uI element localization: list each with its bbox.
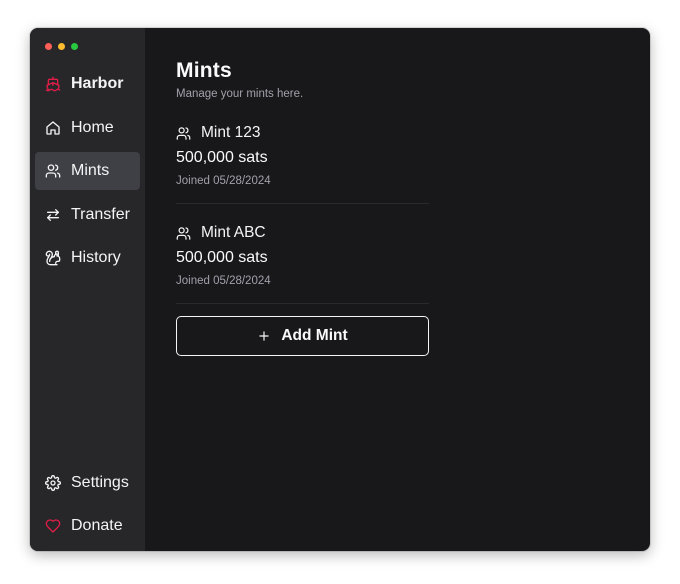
sidebar: Harbor Home Mints Transfer History Setti… [30, 28, 145, 551]
users-icon [176, 126, 191, 141]
home-icon [45, 120, 61, 136]
page-title: Mints [176, 59, 232, 82]
mint-list: Mint 123 500,000 sats Joined 05/28/2024 [176, 116, 429, 304]
app-brand: Harbor [35, 65, 140, 103]
close-window-button[interactable] [45, 43, 52, 50]
sidebar-item-donate[interactable]: Donate [35, 507, 140, 545]
sidebar-item-settings[interactable]: Settings [35, 464, 140, 502]
users-icon [45, 163, 61, 179]
mint-joined-date: Joined 05/28/2024 [176, 175, 271, 187]
gear-icon [45, 475, 61, 491]
mint-balance: 500,000 sats [176, 149, 268, 166]
mint-name-text: Mint 123 [201, 124, 261, 141]
mint-name: Mint 123 [176, 124, 429, 142]
add-mint-label: Add Mint [281, 327, 348, 344]
sidebar-item-label: History [71, 249, 121, 266]
add-mint-button[interactable]: Add Mint [176, 316, 429, 356]
plus-icon [257, 329, 271, 343]
arrows-left-right-icon [45, 207, 61, 223]
page-subtitle: Manage your mints here. [176, 88, 304, 100]
sidebar-item-home[interactable]: Home [35, 109, 140, 147]
sidebar-item-label: Settings [71, 474, 129, 491]
heart-icon [45, 518, 61, 534]
minimize-window-button[interactable] [58, 43, 65, 50]
sidebar-item-label: Home [71, 119, 114, 136]
app-window: Harbor Home Mints Transfer History Setti… [30, 28, 650, 551]
sidebar-item-label: Donate [71, 517, 123, 534]
mint-name-text: Mint ABC [201, 224, 266, 241]
app-name: Harbor [71, 75, 124, 92]
mint-balance: 500,000 sats [176, 249, 268, 266]
list-item: Mint ABC 500,000 sats Joined 05/28/2024 [176, 216, 429, 304]
window-controls [45, 43, 78, 50]
sidebar-item-mints[interactable]: Mints [35, 152, 140, 190]
harbor-logo-icon [45, 76, 61, 92]
list-item: Mint 123 500,000 sats Joined 05/28/2024 [176, 116, 429, 204]
mint-joined-date: Joined 05/28/2024 [176, 275, 271, 287]
maximize-window-button[interactable] [71, 43, 78, 50]
users-icon [176, 226, 191, 241]
main-content: Mints Manage your mints here. Mint 123 5… [145, 28, 650, 551]
sidebar-item-label: Mints [71, 162, 110, 179]
sidebar-item-transfer[interactable]: Transfer [35, 196, 140, 234]
mint-name: Mint ABC [176, 224, 429, 242]
sidebar-item-history[interactable]: History [35, 239, 140, 277]
squirrel-icon [45, 250, 61, 266]
sidebar-item-label: Transfer [71, 206, 130, 223]
